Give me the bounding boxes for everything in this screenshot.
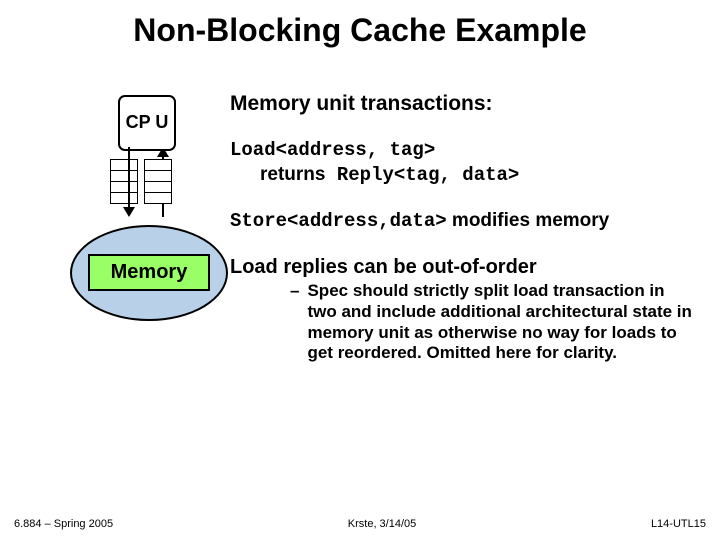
store-block: Store<address,data> modifies memory <box>230 209 700 234</box>
store-signature: Store<address,data> <box>230 210 447 232</box>
dash-icon: – <box>290 281 299 364</box>
load-signature: Load<address, tag> <box>230 138 700 163</box>
slide-title: Non-Blocking Cache Example <box>0 0 720 57</box>
returns-word: returns <box>260 164 325 185</box>
text-column: Memory unit transactions: Load<address, … <box>230 57 710 364</box>
buffer-icons <box>110 159 172 204</box>
diagram-column: CP U Memory <box>10 57 230 364</box>
load-returns: returns Reply<tag, data> <box>230 163 700 188</box>
cpu-box: CP U <box>118 95 176 151</box>
content-row: CP U Memory Memory unit transactions: Lo… <box>0 57 720 364</box>
store-tail: modifies memory <box>447 210 610 231</box>
load-block: Load<address, tag> returns Reply<tag, da… <box>230 138 700 187</box>
reply-signature: Reply<tag, data> <box>325 164 519 186</box>
memory-box: Memory <box>88 254 210 291</box>
arrow-down-icon <box>122 147 136 217</box>
transactions-heading: Memory unit transactions: <box>230 92 700 116</box>
subnote: – Spec should strictly split load transa… <box>230 281 700 364</box>
reorder-statement: Load replies can be out-of-order <box>230 256 700 279</box>
buffer-right-icon <box>144 159 172 204</box>
footer: 6.884 – Spring 2005 Krste, 3/14/05 L14-U… <box>0 518 720 530</box>
footer-center: Krste, 3/14/05 <box>348 518 417 530</box>
footer-right: L14-UTL15 <box>651 518 706 530</box>
footer-left: 6.884 – Spring 2005 <box>14 518 113 530</box>
subnote-text: Spec should strictly split load transact… <box>307 281 694 364</box>
